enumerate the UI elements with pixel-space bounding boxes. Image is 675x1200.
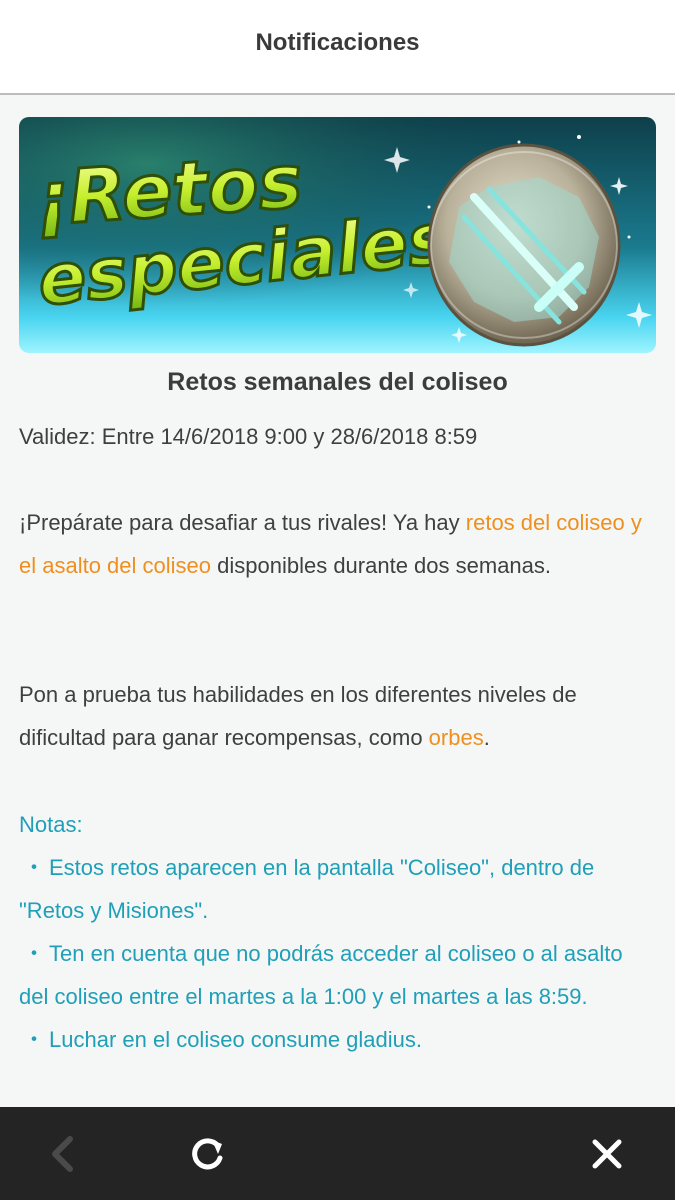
note-item: ・ Estos retos aparecen en la pantalla "Co… xyxy=(19,846,655,932)
intro-text-end: disponibles durante dos semanas. xyxy=(211,553,552,578)
validity-text: Validez: Entre 14/6/2018 9:00 y 28/6/201… xyxy=(19,424,478,449)
banner-art: ¡Retos especiales! xyxy=(19,117,656,353)
chevron-left-icon xyxy=(52,1135,73,1172)
intro-text-start: ¡Prepárate para desafiar a tus rivales! … xyxy=(19,510,466,535)
notes-heading: Notas: xyxy=(19,812,83,837)
close-button[interactable] xyxy=(547,1107,667,1200)
note-item: ・ Luchar en el coliseo consume gladius. xyxy=(19,1018,655,1061)
reload-icon xyxy=(192,1137,223,1169)
bullet-icon: ・ xyxy=(22,941,45,966)
note-text: Estos retos aparecen en la pantalla "Col… xyxy=(19,855,595,923)
intro-paragraph: ¡Prepárate para desafiar a tus rivales! … xyxy=(19,501,655,587)
note-text: Ten en cuenta que no podrás acceder al c… xyxy=(19,941,623,1009)
bullet-icon: ・ xyxy=(22,1027,45,1052)
notes-section: Notas: ・ Estos retos aparecen en la panta… xyxy=(19,803,655,1061)
bottom-toolbar xyxy=(0,1107,675,1200)
orbs-link[interactable]: orbes xyxy=(429,725,484,750)
rewards-paragraph: Pon a prueba tus habilidades en los dife… xyxy=(19,673,655,759)
sword-orb-icon xyxy=(427,143,621,347)
page-title: Notificaciones xyxy=(255,28,420,56)
rewards-text-end: . xyxy=(483,725,490,750)
reload-button[interactable] xyxy=(147,1107,267,1200)
notification-content[interactable]: ¡Retos especiales! Retos semanales del c… xyxy=(0,95,675,1107)
bullet-icon: ・ xyxy=(22,855,45,880)
rewards-text-start: Pon a prueba tus habilidades en los dife… xyxy=(19,682,577,750)
article-title: Retos semanales del coliseo xyxy=(167,368,508,396)
back-button[interactable] xyxy=(3,1107,123,1200)
note-item: ・ Ten en cuenta que no podrás acceder al … xyxy=(19,932,655,1018)
close-icon xyxy=(592,1139,622,1168)
event-banner: ¡Retos especiales! xyxy=(19,117,656,353)
app-header: Notificaciones xyxy=(0,0,675,95)
note-text: Luchar en el coliseo consume gladius. xyxy=(49,1027,423,1052)
